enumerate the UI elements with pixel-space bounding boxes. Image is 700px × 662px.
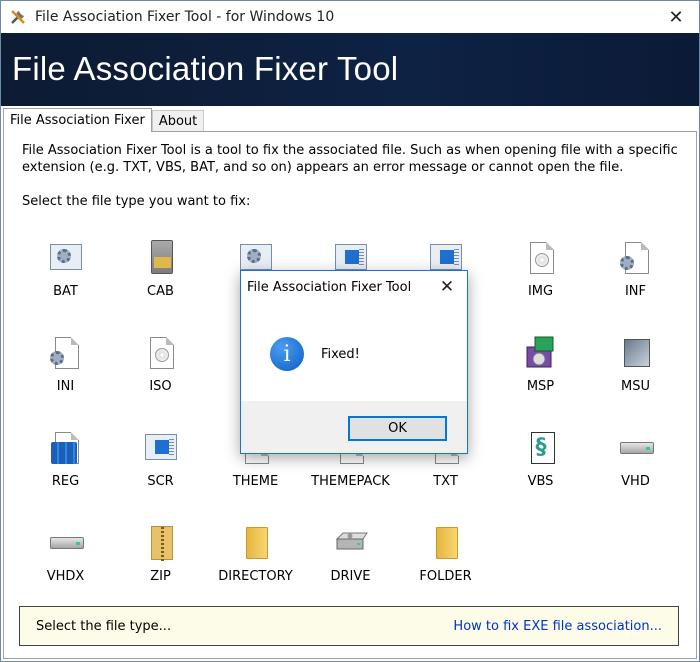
file-type-scr[interactable]: SCR	[113, 422, 208, 502]
file-type-reg[interactable]: REG	[18, 422, 113, 502]
fix-exe-link[interactable]: How to fix EXE file association...	[453, 619, 662, 634]
file-type-vbs[interactable]: VBS	[493, 422, 588, 502]
file-type-label: IMG	[527, 284, 554, 299]
select-prompt: Select the file type you want to fix:	[22, 194, 251, 209]
file-type-label: INI	[56, 379, 75, 394]
cabinet-icon	[143, 240, 179, 276]
file-type-label: VHD	[621, 474, 650, 489]
dialog-body: i Fixed!	[241, 303, 467, 401]
main-window: File Association Fixer Tool - for Window…	[0, 0, 700, 662]
file-type-label: TXT	[433, 474, 458, 489]
file-type-msu[interactable]: MSU	[588, 327, 683, 407]
ok-button[interactable]: OK	[348, 416, 447, 441]
file-type-label: DRIVE	[330, 569, 371, 584]
file-type-label: VBS	[527, 474, 554, 489]
status-bar: Select the file type... How to fix EXE f…	[19, 606, 679, 646]
file-type-label: CAB	[147, 284, 174, 299]
dialog-message: Fixed!	[321, 347, 360, 362]
dialog-title: File Association Fixer Tool	[247, 280, 412, 295]
file-type-vhd[interactable]: VHD	[588, 422, 683, 502]
dialog-close-button[interactable]: ✕	[427, 271, 467, 303]
gear-document-icon	[618, 240, 654, 276]
file-type-label: MSU	[621, 379, 650, 394]
file-type-ini[interactable]: INI	[18, 327, 113, 407]
file-type-drive[interactable]: DRIVE	[303, 517, 398, 597]
window-title: File Association Fixer Tool - for Window…	[35, 9, 335, 25]
file-type-label: THEMEPACK	[311, 474, 390, 489]
file-type-zip[interactable]: ZIP	[113, 517, 208, 597]
file-type-inf[interactable]: INF	[588, 232, 683, 312]
window-icon	[143, 430, 179, 466]
folder-icon	[238, 525, 274, 561]
header-banner: File Association Fixer Tool	[1, 33, 699, 106]
disc-image-icon	[143, 335, 179, 371]
file-type-vhdx[interactable]: VHDX	[18, 517, 113, 597]
close-window-button[interactable]: ✕	[653, 1, 699, 33]
file-type-label: INF	[624, 284, 647, 299]
file-type-msp[interactable]: MSP	[493, 327, 588, 407]
disc-image-icon	[523, 240, 559, 276]
file-type-cab[interactable]: CAB	[113, 232, 208, 312]
zip-folder-icon	[143, 525, 179, 561]
banner-title: File Association Fixer Tool	[12, 50, 399, 87]
file-type-label: THEME	[232, 474, 279, 489]
installer-icon	[523, 335, 559, 371]
file-type-label: MSP	[526, 379, 555, 394]
file-type-label: REG	[51, 474, 80, 489]
update-package-icon	[618, 335, 654, 371]
file-type-label: VHDX	[46, 569, 85, 584]
fixed-dialog: File Association Fixer Tool ✕ i Fixed! O…	[240, 270, 468, 454]
file-type-label: FOLDER	[419, 569, 472, 584]
drive-icon	[48, 525, 84, 561]
folder-icon	[428, 525, 464, 561]
gear-document-icon	[48, 335, 84, 371]
hard-drive-icon	[333, 525, 369, 561]
tab-file-association-fixer[interactable]: File Association Fixer	[3, 108, 152, 132]
dialog-title-bar: File Association Fixer Tool ✕	[241, 271, 467, 303]
file-type-iso[interactable]: ISO	[113, 327, 208, 407]
file-type-img[interactable]: IMG	[493, 232, 588, 312]
batch-icon	[48, 240, 84, 276]
title-bar: File Association Fixer Tool - for Window…	[1, 1, 699, 33]
file-type-bat[interactable]: BAT	[18, 232, 113, 312]
tab-strip: File Association Fixer About	[3, 108, 205, 132]
registry-icon	[48, 430, 84, 466]
script-icon	[523, 430, 559, 466]
file-type-label: SCR	[147, 474, 174, 489]
file-type-label: ISO	[149, 379, 172, 394]
info-icon: i	[270, 337, 304, 371]
file-type-directory[interactable]: DIRECTORY	[208, 517, 303, 597]
file-type-label: DIRECTORY	[218, 569, 293, 584]
file-type-label: BAT	[53, 284, 78, 299]
tab-about[interactable]: About	[151, 110, 205, 132]
status-text: Select the file type...	[36, 619, 172, 634]
file-type-folder[interactable]: FOLDER	[398, 517, 493, 597]
drive-icon	[618, 430, 654, 466]
file-type-label: ZIP	[150, 569, 171, 584]
tools-icon	[9, 8, 27, 26]
tool-description: File Association Fixer Tool is a tool to…	[22, 143, 678, 175]
